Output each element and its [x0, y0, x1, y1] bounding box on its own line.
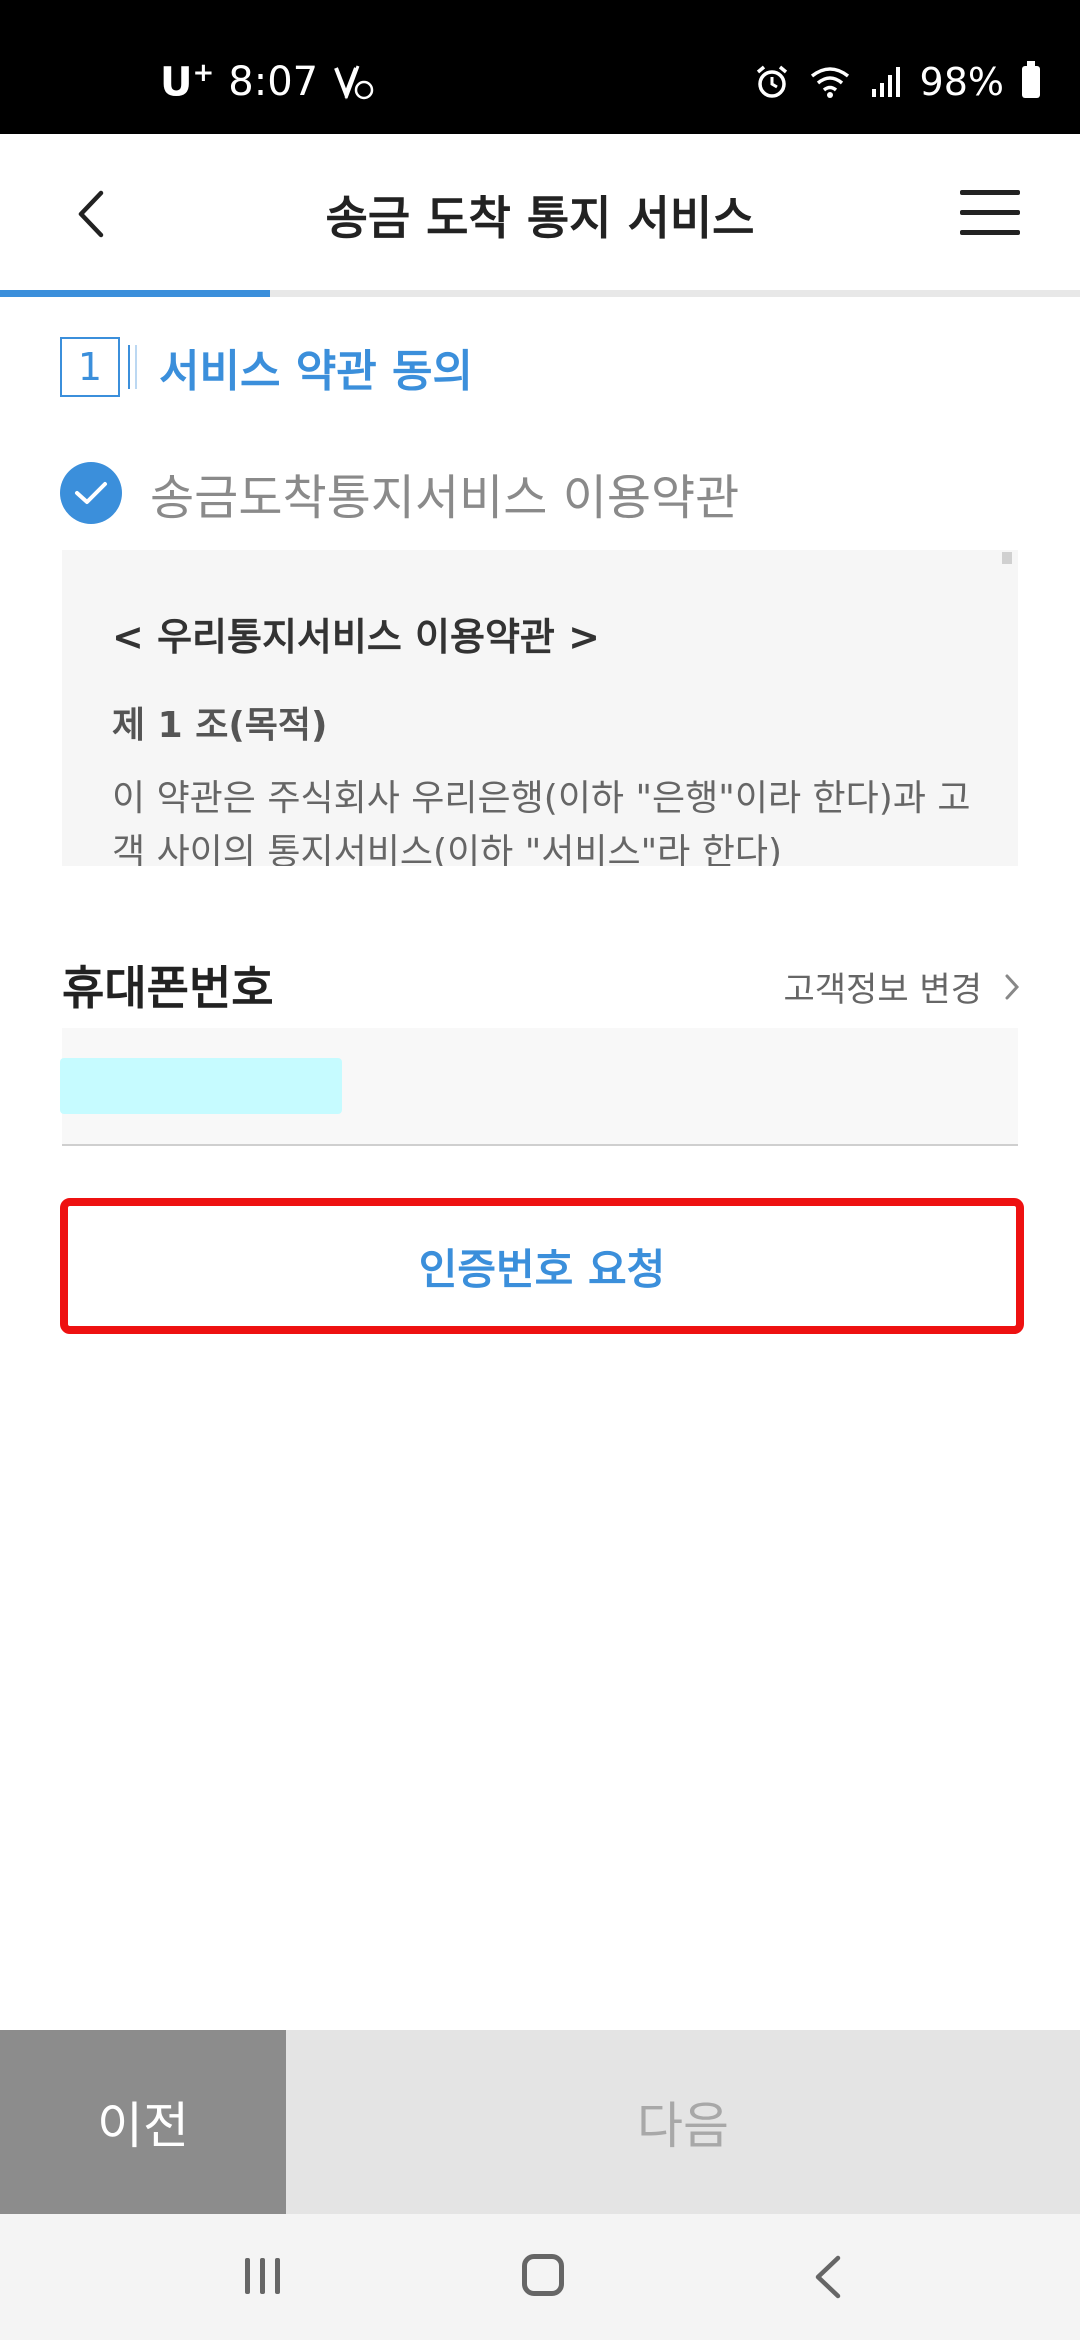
alarm-icon: [756, 65, 787, 98]
progress-track: [0, 290, 1080, 297]
phone-number-redacted: [60, 1058, 342, 1114]
menu-line: [960, 230, 1020, 235]
menu-line: [960, 190, 1020, 195]
page-title: 송금 도착 통지 서비스: [325, 191, 755, 245]
menu-button[interactable]: [960, 190, 1020, 236]
terms-heading: < 우리통지서비스 이용약관 >: [112, 615, 600, 659]
status-left: U+ 8:07: [160, 52, 376, 112]
battery-icon: [1022, 61, 1040, 98]
nav-back-icon[interactable]: [808, 2254, 848, 2300]
check-circle-icon[interactable]: [60, 462, 122, 524]
prev-button[interactable]: 이전: [0, 2030, 286, 2214]
change-customer-info-label: 고객정보 변경: [783, 970, 983, 1010]
system-nav-bar: [0, 2214, 1080, 2340]
menu-line: [960, 210, 1020, 215]
terms-scrollbar[interactable]: [1002, 552, 1012, 564]
app-header: 송금 도착 통지 서비스: [0, 134, 1080, 294]
step-divider: [128, 345, 137, 389]
status-bar: U+ 8:07 98%: [0, 0, 1080, 134]
volte-icon: [334, 65, 374, 100]
chevron-right-icon: [1005, 974, 1020, 999]
terms-article-title: 제 1 조(목적): [112, 705, 328, 746]
phone-label: 휴대폰번호: [62, 961, 274, 1015]
battery-percent: 98%: [919, 60, 1004, 104]
next-button[interactable]: 다음: [286, 2030, 1080, 2214]
terms-body-text: 이 약관은 주식회사 우리은행(이하 "은행"이라 한다)과 고객 사이의 통지…: [112, 778, 971, 866]
status-time: 8:07: [228, 59, 319, 105]
step-title: 서비스 약관 동의: [159, 346, 473, 397]
request-verification-button[interactable]: 인증번호 요청: [60, 1198, 1024, 1334]
step-number: 1: [60, 337, 120, 397]
signal-icon: [871, 67, 900, 97]
step-header: 1 서비스 약관 동의: [60, 334, 473, 400]
carrier-label: U+: [160, 58, 215, 106]
change-customer-info-link[interactable]: 고객정보 변경: [784, 962, 1021, 1011]
terms-agree-checkbox[interactable]: 송금도착통지서비스 이용약관: [60, 460, 739, 526]
progress-fill: [0, 290, 270, 297]
status-right: 98%: [754, 52, 1040, 112]
recent-apps-icon[interactable]: [243, 2256, 283, 2296]
terms-content-box[interactable]: < 우리통지서비스 이용약관 > 제 1 조(목적) 이 약관은 주식회사 우리…: [62, 550, 1018, 866]
terms-agree-label: 송금도착통지서비스 이용약관: [150, 470, 740, 526]
home-icon[interactable]: [522, 2254, 564, 2296]
phone-number-field[interactable]: [60, 1028, 1018, 1146]
wifi-icon: [810, 67, 849, 98]
